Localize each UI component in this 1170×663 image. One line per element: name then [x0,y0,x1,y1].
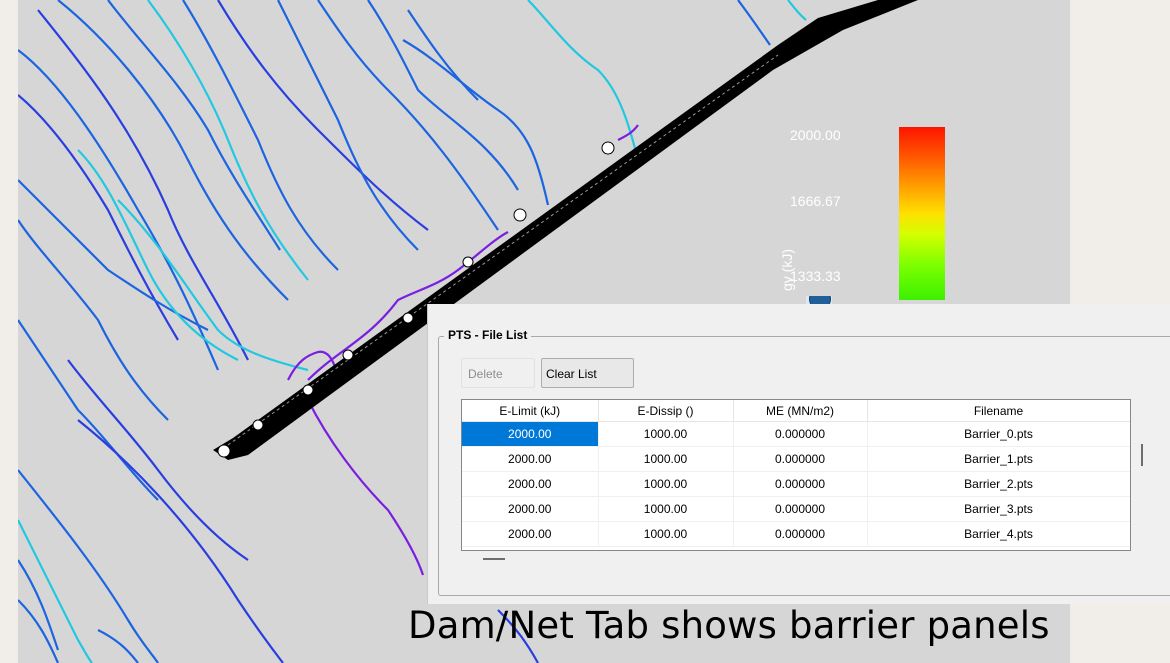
column-header-e-dissip[interactable]: E-Dissip () [598,400,734,422]
table-cell[interactable]: 0.000000 [733,496,868,522]
table-row[interactable]: 2000.00 1000.00 0.000000 Barrier_1.pts [462,446,1130,472]
table-cell[interactable]: Barrier_3.pts [867,496,1130,522]
pts-file-list-panel: PTS - File List Delete Clear List E-Limi… [427,304,1170,604]
vertical-scrollbar-thumb[interactable] [1141,444,1143,466]
file-table[interactable]: E-Limit (kJ) E-Dissip () ME (MN/m2) File… [461,399,1131,551]
group-title: PTS - File List [444,328,532,342]
table-cell[interactable]: 2000.00 [462,496,599,522]
table-cell[interactable]: 1000.00 [598,421,734,447]
energy-colorbar [899,127,945,300]
table-cell[interactable]: 1000.00 [598,446,734,472]
table-cell[interactable]: Barrier_0.pts [867,421,1130,447]
column-header-me[interactable]: ME (MN/m2) [733,400,868,422]
clear-list-button[interactable]: Clear List [541,358,634,388]
column-header-filename[interactable]: Filename [867,400,1130,422]
delete-button[interactable]: Delete [461,358,535,388]
table-cell[interactable]: 0.000000 [733,421,868,447]
table-cell[interactable]: Barrier_2.pts [867,471,1130,497]
legend-tick: 2000.00 [790,127,841,143]
table-cell[interactable]: 0.000000 [733,521,868,547]
table-cell[interactable]: Barrier_4.pts [867,521,1130,547]
legend-tick: 1333.33 [790,268,841,284]
legend-tick: 1666.67 [790,193,841,209]
table-row[interactable]: 2000.00 1000.00 0.000000 Barrier_0.pts [462,421,1130,447]
horizontal-scrollbar-thumb[interactable] [483,558,505,560]
table-header-row: E-Limit (kJ) E-Dissip () ME (MN/m2) File… [462,400,1130,422]
legend-title: gy (kJ) [779,249,795,291]
table-cell[interactable]: 2000.00 [462,446,599,472]
slide-caption: Dam/Net Tab shows barrier panels [408,604,1050,647]
table-cell[interactable]: 1000.00 [598,471,734,497]
table-cell[interactable]: Barrier_1.pts [867,446,1130,472]
table-cell[interactable]: 2000.00 [462,421,599,447]
table-cell[interactable]: 0.000000 [733,446,868,472]
table-cell[interactable]: 2000.00 [462,471,599,497]
table-cell[interactable]: 2000.00 [462,521,599,547]
table-row[interactable]: 2000.00 1000.00 0.000000 Barrier_2.pts [462,471,1130,497]
table-cell[interactable]: 1000.00 [598,521,734,547]
table-cell[interactable]: 0.000000 [733,471,868,497]
table-row[interactable]: 2000.00 1000.00 0.000000 Barrier_4.pts [462,521,1130,547]
column-header-e-limit[interactable]: E-Limit (kJ) [462,400,599,422]
table-cell[interactable]: 1000.00 [598,496,734,522]
table-row[interactable]: 2000.00 1000.00 0.000000 Barrier_3.pts [462,496,1130,522]
